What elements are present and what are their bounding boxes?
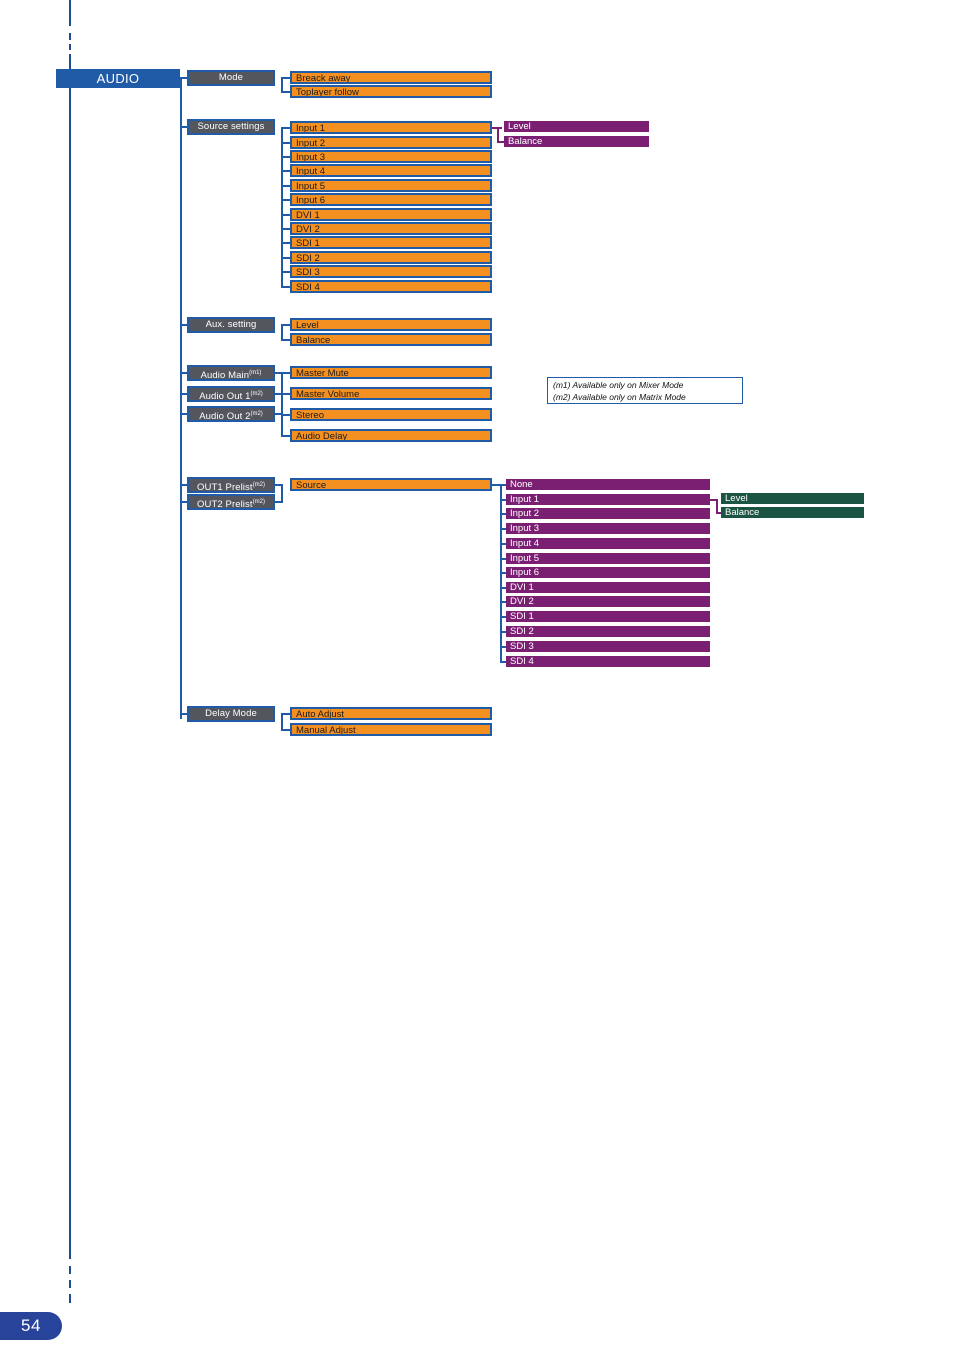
leaf-prelist-sdi-4[interactable]: SDI 4 [506, 656, 710, 667]
leaf-source-balance[interactable]: Balance [504, 136, 649, 147]
section-out1-prelist[interactable]: OUT1 Prelist(m2) [187, 477, 275, 493]
section-audio-out-2[interactable]: Audio Out 2(m2) [187, 406, 275, 422]
leaf-prelist-input-2[interactable]: Input 2 [506, 508, 710, 519]
leaf-aux-level[interactable]: Level [290, 318, 492, 331]
page-number-badge: 54 [0, 1312, 62, 1340]
section-audio-out-2-note: (m2) [250, 411, 263, 417]
section-audio-main-note: (m1) [249, 370, 262, 376]
leaf-mode-breack-away[interactable]: Breack away [290, 71, 492, 84]
leaf-source-input-5[interactable]: Input 5 [290, 179, 492, 192]
margin-rule-dash-top-2 [69, 33, 71, 40]
section-audio-main-label: Audio Main [200, 370, 250, 381]
leaf-source-sdi-1[interactable]: SDI 1 [290, 236, 492, 249]
leaf-source-input-3[interactable]: Input 3 [290, 150, 492, 163]
leaf-source-input-1[interactable]: Input 1 [290, 121, 492, 134]
leaf-source-sdi-4[interactable]: SDI 4 [290, 280, 492, 293]
leaf-source-dvi-2[interactable]: DVI 2 [290, 222, 492, 235]
legend-line-m1: (m1) Available only on Mixer Mode [553, 380, 684, 390]
margin-rule-main [69, 54, 71, 1259]
section-source-settings[interactable]: Source settings [187, 119, 275, 135]
spine-source-items [281, 127, 283, 287]
leaf-manual-adjust[interactable]: Manual Adjust [290, 723, 492, 736]
leaf-prelist-level[interactable]: Level [721, 493, 864, 504]
leaf-source-sdi-3[interactable]: SDI 3 [290, 265, 492, 278]
leaf-auto-adjust[interactable]: Auto Adjust [290, 707, 492, 720]
margin-rule-dash-top-3 [69, 44, 71, 50]
root-node-audio[interactable]: AUDIO [56, 69, 180, 88]
spine-audio-group [281, 372, 283, 435]
margin-rule-dash-bottom-3 [69, 1294, 71, 1303]
leaf-stereo[interactable]: Stereo [290, 408, 492, 421]
leaf-source-input-6[interactable]: Input 6 [290, 193, 492, 206]
leaf-prelist-sdi-1[interactable]: SDI 1 [506, 611, 710, 622]
spine-aux-items [281, 324, 283, 340]
section-audio-out-1[interactable]: Audio Out 1(m2) [187, 386, 275, 402]
section-out2-prelist-note: (m2) [252, 499, 265, 505]
section-out1-prelist-note: (m2) [252, 482, 265, 488]
leaf-source-level[interactable]: Level [504, 121, 649, 132]
leaf-prelist-input-5[interactable]: Input 5 [506, 553, 710, 564]
leaf-prelist-none[interactable]: None [506, 479, 710, 490]
leaf-prelist-input-6[interactable]: Input 6 [506, 567, 710, 578]
spine-delay-items [281, 713, 283, 730]
leaf-source-sdi-2[interactable]: SDI 2 [290, 251, 492, 264]
margin-rule-dash-top [69, 0, 71, 26]
leaf-prelist-sdi-2[interactable]: SDI 2 [506, 626, 710, 637]
section-out1-prelist-label: OUT1 Prelist [197, 482, 253, 493]
leaf-master-mute[interactable]: Master Mute [290, 366, 492, 379]
section-out2-prelist-label: OUT2 Prelist [197, 499, 253, 510]
spine-main [180, 78, 182, 719]
leaf-source-input-2[interactable]: Input 2 [290, 136, 492, 149]
legend-line-m2: (m2) Available only on Matrix Mode [553, 391, 686, 402]
section-delay-mode[interactable]: Delay Mode [187, 706, 275, 722]
section-aux-setting[interactable]: Aux. setting [187, 317, 275, 333]
leaf-prelist-input-3[interactable]: Input 3 [506, 523, 710, 534]
leaf-source-dvi-1[interactable]: DVI 1 [290, 208, 492, 221]
section-audio-out-2-label: Audio Out 2 [199, 411, 251, 422]
leaf-master-volume[interactable]: Master Volume [290, 387, 492, 400]
section-audio-main[interactable]: Audio Main(m1) [187, 365, 275, 381]
section-mode[interactable]: Mode [187, 70, 275, 86]
leaf-aux-balance[interactable]: Balance [290, 333, 492, 346]
connector-source-level [492, 127, 502, 129]
leaf-prelist-source[interactable]: Source [290, 478, 492, 491]
leaf-mode-toplayer-follow[interactable]: Toplayer follow [290, 85, 492, 98]
legend-note: (m1) Available only on Mixer Mode (m2) A… [547, 377, 743, 404]
section-out2-prelist[interactable]: OUT2 Prelist(m2) [187, 494, 275, 510]
leaf-prelist-input-4[interactable]: Input 4 [506, 538, 710, 549]
margin-rule-dash-bottom-1 [69, 1266, 71, 1274]
margin-rule-dash-bottom-2 [69, 1280, 71, 1288]
diagram-page: AUDIO Mode Breack away Toplayer follow S… [0, 0, 954, 1350]
leaf-audio-delay[interactable]: Audio Delay [290, 429, 492, 442]
section-audio-out-1-note: (m2) [250, 391, 263, 397]
spine-prelist-level-balance [716, 499, 718, 513]
leaf-prelist-balance[interactable]: Balance [721, 507, 864, 518]
section-audio-out-1-label: Audio Out 1 [199, 391, 251, 402]
leaf-prelist-sdi-3[interactable]: SDI 3 [506, 641, 710, 652]
leaf-source-input-4[interactable]: Input 4 [290, 164, 492, 177]
leaf-prelist-dvi-1[interactable]: DVI 1 [506, 582, 710, 593]
leaf-prelist-input-1[interactable]: Input 1 [506, 494, 710, 505]
spine-prelist-group [281, 484, 283, 503]
leaf-prelist-dvi-2[interactable]: DVI 2 [506, 596, 710, 607]
